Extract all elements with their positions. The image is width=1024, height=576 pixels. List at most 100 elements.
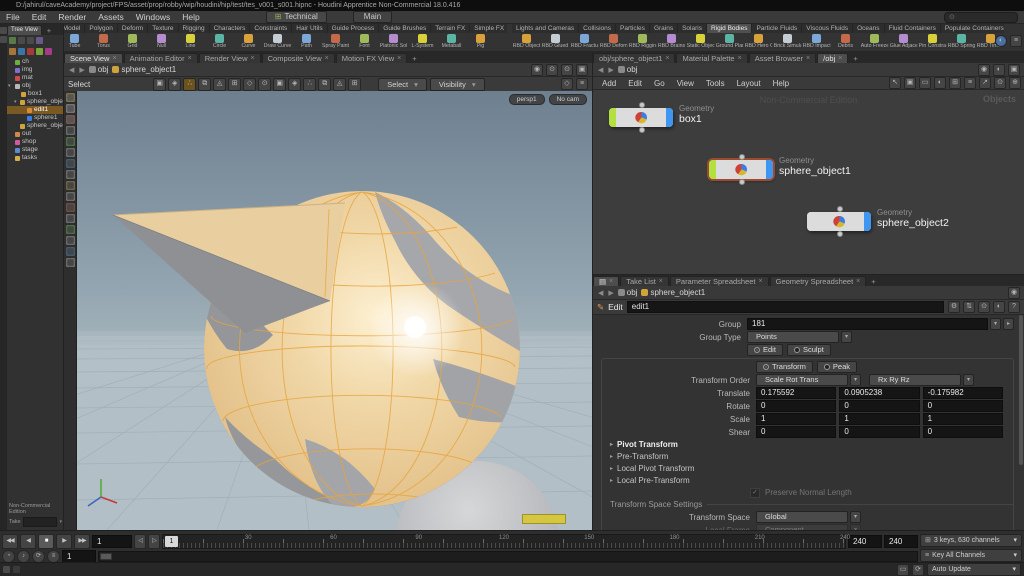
param-dropdown[interactable]: Rx Ry Rz [869,374,961,386]
peak-tool-icon[interactable] [66,225,75,234]
show-handles-icon[interactable]: ▣ [153,78,166,91]
snap-grid-icon[interactable]: ∴ [303,78,316,91]
shelf-tab-particles[interactable]: Particles [616,24,650,33]
node-display-flag[interactable] [807,212,814,231]
network-menu-edit[interactable]: Edit [622,79,648,88]
shelf-options-icon[interactable]: ◐ [995,35,1007,47]
close-tab-icon[interactable]: × [665,54,669,63]
param-field[interactable]: 0 [756,426,836,438]
input-selector-icon[interactable]: ⇅ [963,301,975,313]
shelf-tool-debris[interactable]: Debris [831,33,860,52]
breadcrumb-obj[interactable]: obj [618,65,638,74]
tree-item-tasks[interactable]: tasks [7,154,63,162]
param-field[interactable]: 1 [756,413,836,425]
range-slider-thumb[interactable] [100,553,112,560]
tree-item-sphere1[interactable]: sphere1 [7,114,63,122]
goto-start-button[interactable]: ◀◀ [2,534,18,549]
play-reverse-button[interactable]: ◀ [20,534,36,549]
shelf-tab-rigid-bodies[interactable]: Rigid Bodies [707,24,753,33]
tree-item-out[interactable]: out [7,130,63,138]
network-menu-add[interactable]: Add [596,79,622,88]
snap-edges-icon[interactable]: ▣ [273,78,286,91]
shelf-tab-texture[interactable]: Texture [148,24,178,33]
close-tab-icon[interactable]: × [838,54,842,63]
globe-icon[interactable]: ⊙ [546,64,558,76]
shelf-tab-viscous-fluids[interactable]: Viscous Fluids [802,24,853,33]
shelf-tool-ground-plane[interactable]: Ground Plane [715,33,744,52]
node-display-flag[interactable] [609,108,616,127]
menu-file[interactable]: File [0,12,26,22]
tab-obj-sphere-object1[interactable]: obj/sphere_object1× [593,53,675,63]
close-tab-icon[interactable]: × [251,54,255,63]
pointer-icon[interactable]: ↖ [889,77,901,89]
shelf-tool-pig[interactable]: Pig [466,33,495,52]
keys-info-button[interactable]: ⊞ 3 keys, 630 channels ▾ [920,534,1022,547]
node-sphere_object1[interactable]: Geometrysphere_object1 [709,160,773,179]
snap-points-icon[interactable]: ⊙ [258,78,271,91]
select-geometry-tool-icon[interactable] [66,115,75,124]
dropdown-menu-icon[interactable]: ▾ [850,374,861,386]
goto-end-button[interactable]: ▶▶ [74,534,90,549]
param-field[interactable]: 0 [756,400,836,412]
shelf-tab-rigging[interactable]: Rigging [179,24,210,33]
parameter-scrollbar[interactable] [1019,315,1023,465]
shelf-tool-rbd-rigging[interactable]: RBD Rigging [628,33,657,52]
network-canvas[interactable]: Non-Commercial Edition Objects Geometryb… [593,90,1024,276]
shelf-tool-line[interactable]: Line [176,33,205,52]
node-render-flag[interactable] [766,160,773,179]
range-slider[interactable] [98,551,918,562]
tab-tree-view[interactable]: Tree View [7,25,42,35]
rotate-tool-icon[interactable] [66,137,75,146]
node-box1[interactable]: Geometrybox1 [609,108,673,127]
node-output-connector[interactable] [739,179,745,185]
network-menu-view[interactable]: View [671,79,700,88]
node-body[interactable] [814,212,864,231]
tab-material-palette[interactable]: Material Palette× [676,53,747,63]
shelf-tab-lights-and-cameras[interactable]: Lights and Cameras [512,24,579,33]
param-dropdown[interactable]: Scale Rot Trans [756,374,848,386]
take-dropdown[interactable] [23,517,58,527]
tree-item-sphere_object1[interactable]: ▾sphere_object1 [7,98,63,106]
tab-asset-browser[interactable]: Asset Browser× [749,53,816,63]
node-input-connector[interactable] [639,102,645,108]
tab-geometry-spreadsheet[interactable]: Geometry Spreadsheet× [770,276,867,286]
new-pane-tab-button[interactable]: + [43,26,55,35]
shelf-tab-solaris[interactable]: Solaris [678,24,707,33]
zoom-icon[interactable]: ⊕ [1009,77,1021,89]
close-tab-icon[interactable]: × [609,277,613,286]
paint-tool-icon[interactable] [66,203,75,212]
snapshot-icon[interactable]: ▣ [1008,64,1020,76]
param-dropdown[interactable]: Points [747,331,839,343]
snapshot-icon[interactable]: ▣ [904,77,916,89]
param-dropdown[interactable]: Global [756,511,848,523]
close-tab-icon[interactable]: × [325,54,329,63]
shelf-tool-rbd-impacts[interactable]: RBD Impacts [802,33,831,52]
close-tab-icon[interactable]: × [806,54,810,63]
tree-expand-arrow-icon[interactable]: ▾ [8,82,13,90]
tab-animation-editor[interactable]: Animation Editor× [124,53,198,63]
shelf-tool-auto-freeze[interactable]: Auto Freeze [860,33,889,52]
shelf-tool-l-system[interactable]: L-System [408,33,437,52]
pane-pin-icon[interactable] [0,27,7,34]
search-icon[interactable]: ⊙ [561,64,573,76]
shelf-tool-rbd-hero-object[interactable]: RBD Hero Object [744,33,773,52]
shelf-tool-metaball[interactable]: Metaball [437,33,466,52]
tab--obj[interactable]: /obj× [817,53,848,63]
tree-sync-icon[interactable] [36,37,43,44]
shelf-tool-torus[interactable]: Torus [89,33,118,52]
node-display-flag[interactable] [709,160,716,179]
reselect-icon[interactable]: ▸ [1003,318,1014,330]
menu-render[interactable]: Render [52,12,92,22]
checkbox-preserve-normal-length[interactable]: ✓ [750,488,760,498]
new-pane-tab-button[interactable]: + [867,277,879,286]
radio-transform[interactable]: Transform [756,361,813,373]
param-field[interactable]: 0.175592 [756,387,836,399]
shelf-tab-particle-fluids[interactable]: Particle Fluids [752,24,802,33]
collapsed-section-pivot-transform[interactable]: ▸Pivot Transform [602,440,678,449]
shelf-tool-grid[interactable]: Grid [118,33,147,52]
tree-item-shop[interactable]: shop [7,138,63,146]
dropdown-menu-icon[interactable]: ▾ [850,511,861,523]
filter-sop-icon[interactable] [18,48,25,55]
snap-tool-icon[interactable] [66,181,75,190]
shelf-tab-fluid-containers[interactable]: Fluid Containers [885,24,941,33]
